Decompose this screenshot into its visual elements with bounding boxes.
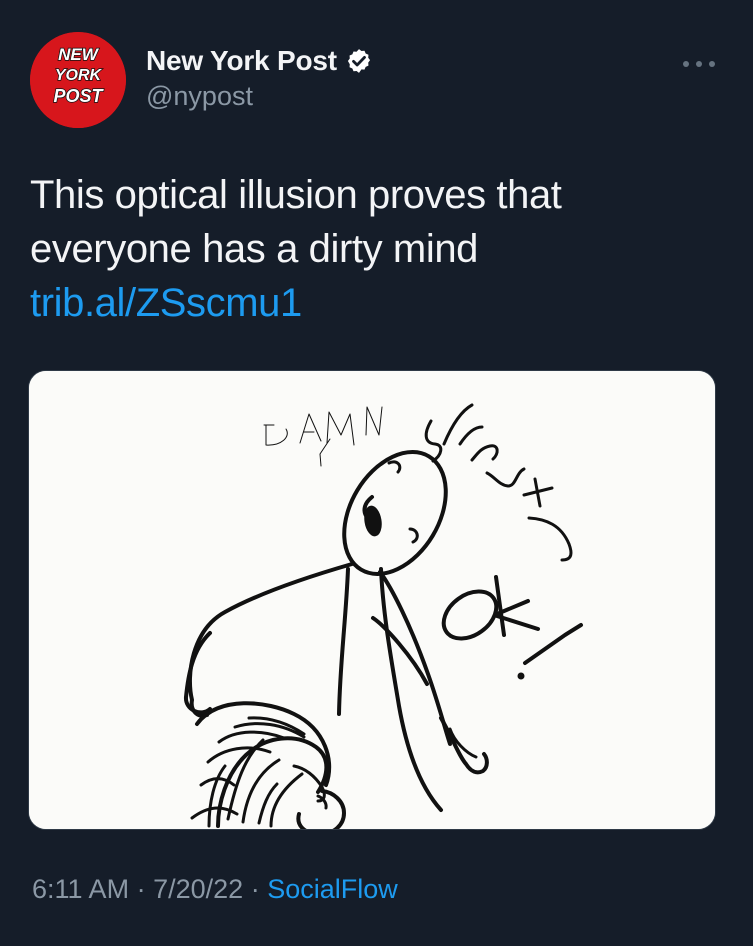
tweet-image[interactable]	[28, 370, 716, 830]
handle[interactable]: @nypost	[146, 81, 373, 112]
more-options-icon[interactable]	[683, 59, 715, 69]
more-dot-icon	[683, 61, 689, 67]
meta-separator: ·	[250, 874, 260, 904]
tweet-text: This optical illusion proves that everyo…	[30, 168, 690, 330]
tweet-metadata: 6:11 AM · 7/20/22 · SocialFlow	[32, 874, 398, 905]
new-york-post-logo: NEW YORK POST	[30, 32, 126, 128]
tweet-link[interactable]: trib.al/ZSscmu1	[30, 281, 302, 325]
author-block: New York Post @nypost	[146, 42, 373, 112]
more-dot-icon	[709, 61, 715, 67]
avatar-logo-line-2: YORK	[55, 67, 103, 84]
meta-separator: ·	[136, 874, 146, 904]
avatar-logo-line-3: POST	[53, 86, 104, 106]
more-dot-icon	[696, 61, 702, 67]
avatar-logo-line-1: NEW	[58, 45, 100, 64]
tweet-date[interactable]: 7/20/22	[153, 874, 243, 904]
tweet-source[interactable]: SocialFlow	[267, 874, 398, 904]
tweet-body-text: This optical illusion proves that everyo…	[30, 173, 562, 271]
verified-badge-icon	[347, 49, 370, 73]
display-name[interactable]: New York Post	[146, 45, 337, 77]
tweet-time[interactable]: 6:11 AM	[32, 874, 129, 904]
author-name-row: New York Post	[146, 42, 373, 80]
avatar[interactable]: NEW YORK POST	[30, 32, 126, 128]
stick-figure-drawing	[29, 371, 715, 829]
tweet-card: NEW YORK POST New York Post @nypost This…	[0, 0, 753, 946]
